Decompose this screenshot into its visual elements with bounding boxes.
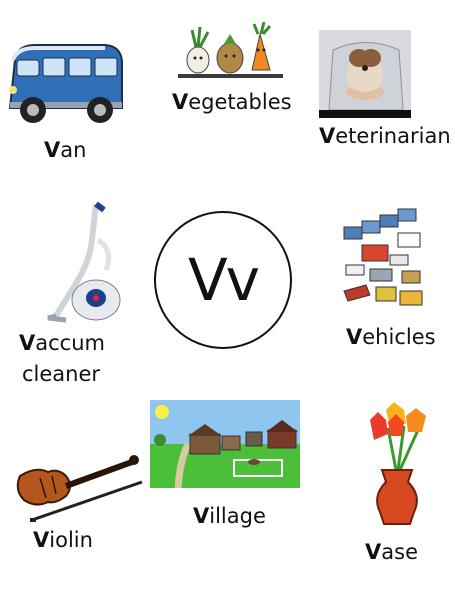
vegetables-icon: [178, 22, 283, 78]
veterinarian-icon: [319, 30, 411, 118]
violin-rest: iolin: [49, 528, 93, 552]
vase-first-letter: V: [365, 540, 382, 564]
violin-label: Violin: [33, 530, 93, 551]
veterinarian-label: Veterinarian: [319, 126, 451, 147]
vase-label: Vase: [365, 542, 418, 563]
village-label: Village: [193, 506, 266, 527]
vehicles-icon: [343, 208, 423, 306]
vaccum-first-letter: V: [19, 331, 36, 355]
letter-circle: Vv: [154, 211, 292, 349]
vehicles-label: Vehicles: [346, 327, 436, 348]
van-label: Van: [44, 140, 86, 161]
vaccum-label-line1: Vaccum: [19, 333, 105, 354]
vehicles-rest: ehicles: [362, 325, 436, 349]
van-rest: an: [60, 138, 87, 162]
village-rest: illage: [209, 504, 266, 528]
violin-icon: [16, 455, 143, 522]
vegetables-rest: egetables: [188, 90, 292, 114]
vase-icon: [370, 402, 426, 525]
veterinarian-first-letter: V: [319, 124, 336, 148]
vase-rest: ase: [381, 540, 418, 564]
center-letters: Vv: [187, 246, 260, 314]
veterinarian-rest: eterinarian: [335, 124, 451, 148]
vegetables-first-letter: V: [172, 90, 189, 114]
village-first-letter: V: [193, 504, 210, 528]
vaccum-rest: accum: [35, 331, 105, 355]
village-icon: [150, 400, 300, 488]
van-icon: [8, 44, 123, 123]
violin-first-letter: V: [33, 528, 50, 552]
vacuum-cleaner-icon: [47, 201, 121, 323]
van-first-letter: V: [44, 138, 61, 162]
vaccum-label-line2: cleaner: [22, 362, 101, 386]
vegetables-label: Vegetables: [172, 92, 292, 113]
vehicles-first-letter: V: [346, 325, 363, 349]
